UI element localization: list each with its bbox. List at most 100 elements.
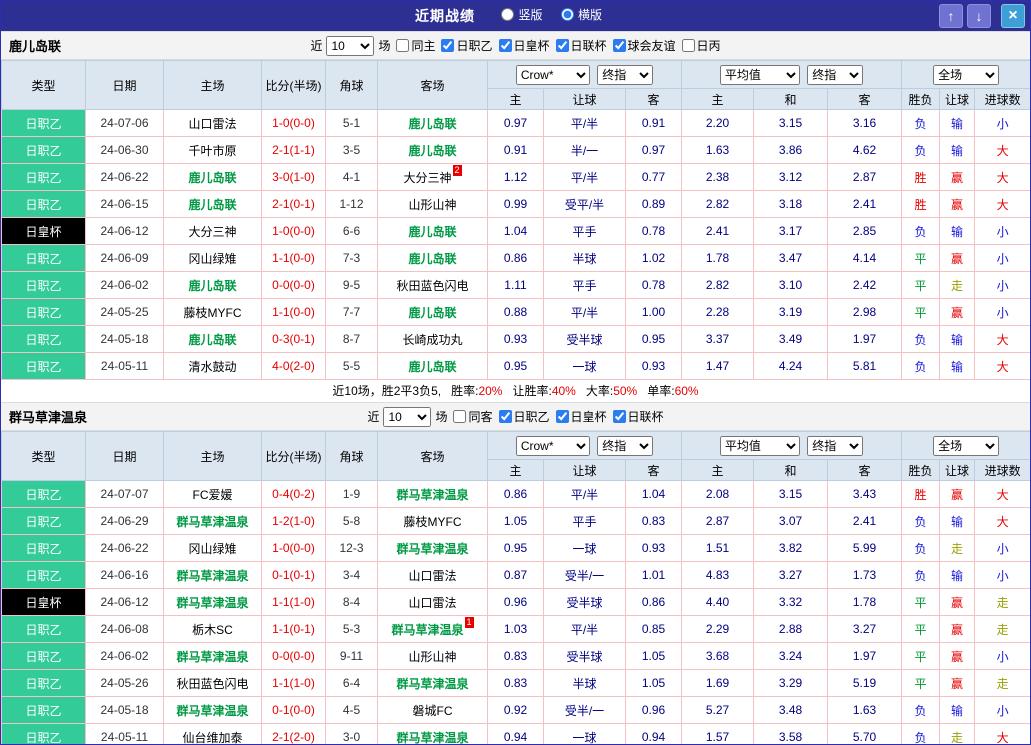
match-row: 日职乙 24-06-02 鹿儿岛联 0-0(0-0) 9-5 秋田蓝色闪电 1.11 平手 0.…	[1, 271, 1030, 299]
date-cell: 24-05-18	[85, 696, 164, 724]
home-team-cell: 栃木SC	[163, 615, 262, 643]
result-handicap-cell: 输	[939, 109, 976, 137]
filter-checkbox-label: 日职乙	[456, 38, 493, 53]
avg-home-cell: 2.20	[681, 109, 755, 137]
date-cell: 24-06-12	[85, 217, 164, 245]
filter-checkbox-input[interactable]	[453, 409, 467, 423]
filter-checkbox-input[interactable]	[612, 38, 626, 52]
match-row: 日职乙 24-05-26 秋田蓝色闪电 1-1(1-0) 6-4 群马草津温泉 0.83 半球…	[1, 669, 1030, 697]
team-name-text: 鹿儿岛联	[408, 359, 457, 374]
corner-cell: 3-4	[325, 561, 378, 589]
filter-checkbox[interactable]: 日皇杯	[498, 37, 550, 54]
team-name: 鹿儿岛联	[9, 39, 62, 54]
filter-checkbox[interactable]: 日职乙	[498, 408, 550, 425]
avg-source-select[interactable]: 平均值	[719, 64, 800, 85]
odds-source-select[interactable]: Crow*	[515, 435, 590, 456]
scope-select[interactable]: 全场	[933, 435, 1000, 456]
result-goals-cell: 大	[974, 163, 1030, 191]
summary-stat-value: 20%	[478, 384, 503, 398]
away-team-cell: 长崎成功丸	[377, 325, 488, 353]
result-wdl-cell: 平	[901, 642, 941, 670]
layout-radio-horizontal[interactable]: 横版	[560, 6, 602, 23]
match-count-select[interactable]: 10	[326, 35, 375, 56]
subcol-result-goals: 进球数	[974, 88, 1030, 110]
team-name-text: 鹿儿岛联	[188, 278, 237, 293]
horizontal-radio-input[interactable]	[560, 8, 574, 21]
avg-home-cell: 3.37	[681, 325, 755, 353]
match-row: 日职乙 24-06-22 冈山绿雉 1-0(0-0) 12-3 群马草津温泉 0.95 一球 0…	[1, 534, 1030, 562]
team-name-text: 鹿儿岛联	[408, 143, 457, 158]
result-wdl-cell: 平	[901, 298, 941, 326]
match-row: 日职乙 24-05-18 鹿儿岛联 0-3(0-1) 8-7 长崎成功丸 0.93 受半球 0.…	[1, 325, 1030, 353]
result-handicap-cell: 输	[939, 217, 976, 245]
layout-radio-vertical[interactable]: 竖版	[501, 6, 543, 23]
avg-home-cell: 2.08	[681, 480, 755, 508]
filter-checkbox-input[interactable]	[681, 38, 695, 52]
move-down-button[interactable]: ↓	[967, 4, 991, 28]
filter-checkbox[interactable]: 同客	[453, 408, 493, 425]
team-name-text: 冈山绿雉	[188, 251, 237, 266]
avg-away-cell: 4.62	[827, 136, 903, 164]
filter-checkbox[interactable]: 日联杯	[555, 37, 607, 54]
league-type-cell: 日职乙	[1, 669, 86, 697]
avg-kind-select[interactable]: 终指	[807, 435, 864, 456]
filter-checkbox[interactable]: 球会友谊	[612, 37, 676, 54]
avg-kind-select[interactable]: 终指	[807, 64, 864, 85]
avg-home-cell: 5.27	[681, 696, 755, 724]
filter-checkbox-input[interactable]	[441, 38, 455, 52]
away-team-cell: 群马草津温泉	[377, 723, 488, 744]
odds-group-header: Crow* 终指	[486, 60, 683, 89]
away-team-cell: 山形山神	[377, 642, 488, 670]
filter-checkbox[interactable]: 日职乙	[441, 37, 493, 54]
odds-kind-select[interactable]: 终指	[597, 435, 654, 456]
odds-home-cell: 0.86	[487, 480, 544, 508]
odds-home-cell: 0.83	[487, 642, 544, 670]
filter-checkbox-input[interactable]	[498, 38, 512, 52]
odds-away-cell: 1.05	[624, 642, 683, 670]
vertical-radio-input[interactable]	[501, 8, 515, 21]
score-cell: 1-0(0-0)	[261, 217, 326, 245]
odds-away-cell: 0.93	[624, 352, 683, 380]
filter-checkbox[interactable]: 日皇杯	[555, 408, 607, 425]
odds-home-cell: 1.04	[487, 217, 544, 245]
date-cell: 24-07-06	[85, 109, 164, 137]
subcol-odds-away: 客	[624, 459, 683, 481]
match-count-select[interactable]: 10	[383, 406, 432, 427]
score-cell: 0-4(0-2)	[261, 480, 326, 508]
filter-checkbox-input[interactable]	[555, 409, 569, 423]
filter-checkbox-label: 日联杯	[627, 409, 664, 424]
close-button[interactable]: ×	[1001, 4, 1025, 28]
team-name-text: 群马草津温泉	[176, 595, 249, 610]
odds-home-cell: 0.87	[487, 561, 544, 589]
league-type-cell: 日职乙	[1, 163, 86, 191]
filter-checkbox[interactable]: 日联杯	[612, 408, 664, 425]
filter-checkbox-input[interactable]	[612, 409, 626, 423]
result-goals-cell: 小	[974, 534, 1030, 562]
topbar: 近期战绩 竖版 横版 ↑ ↓ ×	[1, 1, 1030, 31]
subcol-handicap: 让球	[543, 459, 626, 481]
summary-prefix: 近10场，胜2平3负5,	[332, 384, 442, 398]
odds-home-cell: 0.93	[487, 325, 544, 353]
odds-kind-select[interactable]: 终指	[597, 64, 654, 85]
filter-checkbox[interactable]: 日丙	[681, 37, 721, 54]
odds-handicap-cell: 平手	[543, 271, 626, 299]
move-up-button[interactable]: ↑	[939, 4, 963, 28]
match-row: 日职乙 24-06-29 群马草津温泉 1-2(1-0) 5-8 藤枝MYFC 1.05 平手…	[1, 507, 1030, 535]
filter-checkbox-input[interactable]	[555, 38, 569, 52]
date-cell: 24-05-26	[85, 669, 164, 697]
filter-checkbox-input[interactable]	[498, 409, 512, 423]
odds-source-select[interactable]: Crow*	[515, 64, 590, 85]
odds-away-cell: 0.95	[624, 325, 683, 353]
scope-select[interactable]: 全场	[933, 64, 1000, 85]
avg-source-select[interactable]: 平均值	[719, 435, 800, 456]
near-label: 近	[367, 410, 380, 424]
league-type-cell: 日职乙	[1, 534, 86, 562]
odds-home-cell: 1.11	[487, 271, 544, 299]
filter-checkbox-input[interactable]	[396, 38, 410, 52]
team-name-text: 清水鼓动	[188, 359, 237, 374]
odds-handicap-cell: 一球	[543, 352, 626, 380]
odds-away-cell: 0.94	[624, 723, 683, 744]
filter-checkbox[interactable]: 同主	[396, 37, 435, 54]
result-handicap-cell: 赢	[939, 642, 976, 670]
team-name-text: 磐城FC	[412, 703, 453, 718]
